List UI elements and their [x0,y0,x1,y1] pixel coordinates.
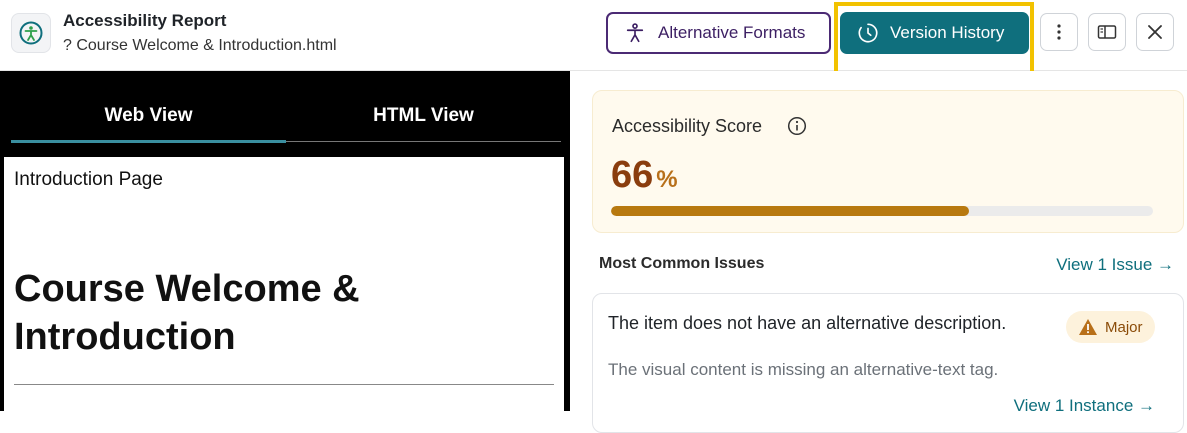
page-title: Accessibility Report [63,11,227,30]
issues-heading: Most Common Issues [599,255,765,272]
close-icon [1148,25,1162,39]
score-card: Accessibility Score 66% [592,90,1184,233]
warning-icon [1079,319,1097,335]
file-name: ? Course Welcome & Introduction.html [63,37,337,54]
view-instance-link[interactable]: View 1 Instance → [1014,396,1155,416]
tab-html-view[interactable]: HTML View [286,105,561,127]
score-number: 66 [611,154,654,196]
doc-heading: Course Welcome & Introduction [14,268,360,358]
toggle-panel-button[interactable] [1088,13,1126,51]
info-icon[interactable] [787,116,807,141]
severity-label: Major [1105,318,1143,336]
more-options-button[interactable] [1040,13,1078,51]
issue-title: The item does not have an alternative de… [608,313,1007,333]
version-history-label: Version History [890,23,1005,42]
active-tab-indicator [11,140,286,143]
view-issues-link[interactable]: View 1 Issue → [1056,255,1174,275]
doc-intro-text: Introduction Page [14,169,163,190]
report-header: Accessibility Report ? Course Welcome & … [0,0,1187,79]
alternative-formats-label: Alternative Formats [658,23,806,42]
alternative-formats-button[interactable]: Alternative Formats [606,12,831,54]
figure-icon [626,23,644,43]
report-pane: Accessibility Score 66% Most Common Issu… [570,71,1187,433]
clock-icon [858,23,878,43]
accessibility-icon [11,13,51,53]
version-history-button[interactable]: Version History [840,12,1029,54]
doc-divider [14,384,554,385]
tab-divider [286,141,561,142]
document-preview: Introduction Page Course Welcome & Intro… [4,157,564,417]
tab-web-view[interactable]: Web View [11,105,286,127]
severity-badge: Major [1066,311,1155,343]
score-progress-fill [611,206,969,216]
score-label: Accessibility Score [612,116,763,136]
panel-icon [1097,25,1117,39]
score-value: 66% [611,154,678,197]
score-unit: % [656,166,678,193]
close-button[interactable] [1136,13,1174,51]
more-vertical-icon [1057,24,1061,40]
preview-pane: Web View HTML View Introduction Page Cou… [0,71,570,417]
issue-card[interactable]: The item does not have an alternative de… [592,293,1184,433]
issue-description: The visual content is missing an alterna… [608,360,999,379]
score-progress-bar [611,206,1153,216]
